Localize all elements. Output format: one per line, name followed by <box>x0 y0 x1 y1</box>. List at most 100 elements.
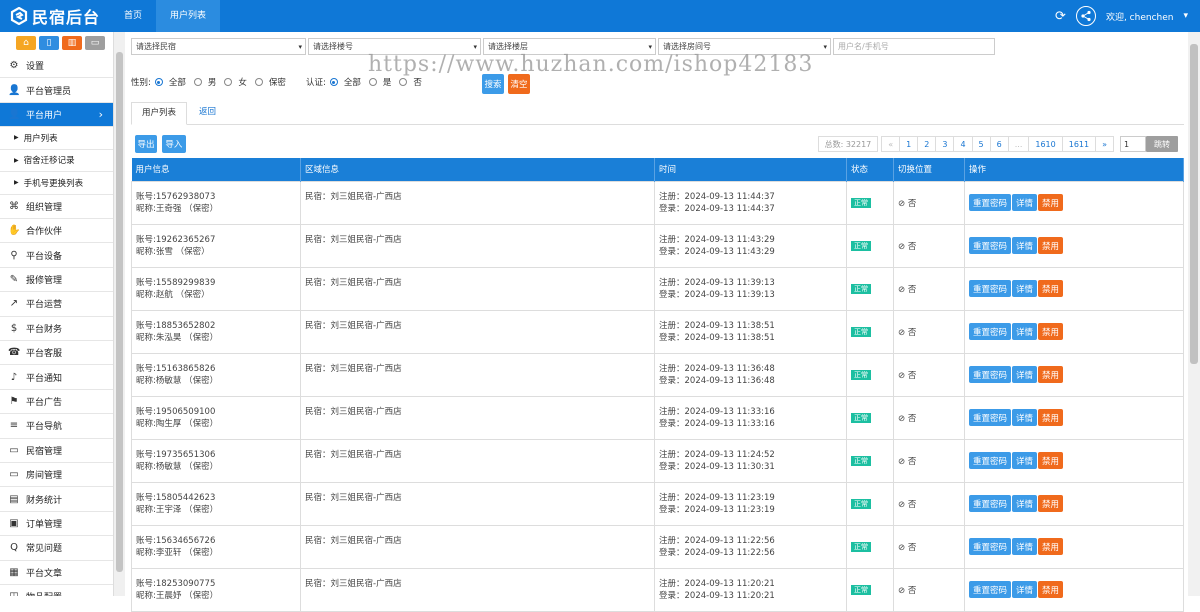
detail-button[interactable]: 详情 <box>1012 538 1038 555</box>
gender-all-radio[interactable] <box>154 78 163 86</box>
phone-icon: ☎ <box>8 347 21 359</box>
detail-button[interactable]: 详情 <box>1012 452 1038 469</box>
gender-male-radio[interactable] <box>193 78 202 86</box>
monitor-icon: ▭ <box>9 469 19 481</box>
disable-button[interactable]: 禁用 <box>1038 452 1064 469</box>
sidebar-item-monitor[interactable]: ▭ 房间管理 <box>0 463 113 488</box>
keyword-input[interactable]: 用户名/手机号 <box>833 38 995 55</box>
clear-button[interactable]: 清空 <box>508 74 530 94</box>
reset-password-button[interactable]: 重置密码 <box>969 452 1012 469</box>
sidebar-item-dollar[interactable]: $ 平台财务 <box>0 317 113 342</box>
avatar[interactable] <box>1075 6 1096 26</box>
main-scrollbar[interactable] <box>1188 32 1200 596</box>
refresh-icon[interactable]: ⟳ <box>1055 9 1066 24</box>
export-button[interactable]: 导出 <box>135 135 157 153</box>
reset-password-button[interactable]: 重置密码 <box>969 409 1012 426</box>
trash-icon[interactable]: ▥ <box>62 36 82 50</box>
reset-password-button[interactable]: 重置密码 <box>969 366 1012 383</box>
pagination-page[interactable]: 4 <box>953 136 973 152</box>
sidebar-subitem[interactable]: ▶ 宿舍迁移记录 <box>0 150 113 173</box>
detail-button[interactable]: 详情 <box>1012 581 1038 598</box>
homestay-select[interactable]: 请选择民宿 ▾ <box>131 38 306 55</box>
import-button[interactable]: 导入 <box>161 135 186 153</box>
sidebar-item-platform-user[interactable]: 👤 平台用户 › <box>0 102 113 128</box>
reset-password-button[interactable]: 重置密码 <box>969 495 1012 512</box>
verify-yes-radio[interactable] <box>368 78 377 86</box>
sidebar-item-question[interactable]: Q 常见问题 <box>0 536 113 561</box>
disable-button[interactable]: 禁用 <box>1038 237 1064 254</box>
gender-female-radio[interactable] <box>224 78 233 86</box>
reset-password-button[interactable]: 重置密码 <box>969 280 1012 297</box>
disable-button[interactable]: 禁用 <box>1038 538 1064 555</box>
sidebar-scroll-thumb[interactable] <box>116 52 123 572</box>
sidebar-item-phone[interactable]: ☎ 平台客服 <box>0 341 113 366</box>
detail-button[interactable]: 详情 <box>1012 237 1038 254</box>
sidebar-item-bell[interactable]: ♪ 平台通知 <box>0 365 113 390</box>
home-icon[interactable]: ⌂ <box>16 36 36 50</box>
nickname-text: 昵称:陶生厚 （保密） <box>136 418 219 429</box>
reset-password-button[interactable]: 重置密码 <box>969 194 1012 211</box>
search-button[interactable]: 搜索 <box>482 74 504 94</box>
reset-password-button[interactable]: 重置密码 <box>969 323 1012 340</box>
sidebar-item-sitemap[interactable]: ⌘ 组织管理 <box>0 195 113 220</box>
disable-button[interactable]: 禁用 <box>1038 581 1064 598</box>
pagination-page[interactable]: 3 <box>935 136 955 152</box>
verify-no-label: 否 <box>413 78 422 88</box>
pagination-next[interactable]: » <box>1095 136 1114 152</box>
detail-button[interactable]: 详情 <box>1012 409 1038 426</box>
sidebar-item-handshake[interactable]: ✋ 合作伙伴 <box>0 219 113 244</box>
detail-button[interactable]: 详情 <box>1012 323 1038 340</box>
user-welcome[interactable]: 欢迎, chenchen <box>1106 10 1174 23</box>
sidebar-item-gear[interactable]: ⚙ 设置 <box>0 54 113 79</box>
pagination-page[interactable]: 1610 <box>1028 136 1063 152</box>
disable-button[interactable]: 禁用 <box>1038 194 1064 211</box>
sidebar-item-device[interactable]: ⚲ 平台设备 <box>0 243 113 268</box>
nav-user-list[interactable]: 用户列表 <box>156 0 221 32</box>
tab-user-list[interactable]: 用户列表 <box>131 102 188 125</box>
sidebar-item-wrench[interactable]: ✎ 报修管理 <box>0 268 113 293</box>
sidebar-item-chart[interactable]: ↗ 平台运营 <box>0 292 113 317</box>
disable-button[interactable]: 禁用 <box>1038 409 1064 426</box>
page-jump-button[interactable]: 跳转 <box>1146 136 1178 152</box>
disable-button[interactable]: 禁用 <box>1038 366 1064 383</box>
sidebar-item-flag[interactable]: ⚑ 平台广告 <box>0 390 113 415</box>
disable-button[interactable]: 禁用 <box>1038 323 1064 340</box>
pagination-page[interactable]: 2 <box>917 136 937 152</box>
main-scroll-thumb[interactable] <box>1190 44 1198 364</box>
detail-button[interactable]: 详情 <box>1012 366 1038 383</box>
detail-button[interactable]: 详情 <box>1012 280 1038 297</box>
disable-button[interactable]: 禁用 <box>1038 495 1064 512</box>
tab-back[interactable]: 返回 <box>189 102 226 125</box>
pagination-page[interactable]: 5 <box>971 136 991 152</box>
chevron-down-icon[interactable]: ▾ <box>1183 11 1188 21</box>
sidebar-item-monitor[interactable]: ▭ 民宿管理 <box>0 439 113 463</box>
pagination-page[interactable]: 1 <box>899 136 919 152</box>
gender-secret-radio[interactable] <box>254 78 263 86</box>
verify-no-radio[interactable] <box>399 78 408 86</box>
login-time: 登录：2024-09-13 11:38:51 <box>659 332 775 343</box>
pagination-page[interactable]: 1611 <box>1061 136 1097 152</box>
disable-button[interactable]: 禁用 <box>1038 280 1064 297</box>
page-jump-input[interactable]: 1 <box>1120 136 1146 152</box>
sidebar-item-grid[interactable]: ▦ 平台文章 <box>0 561 113 585</box>
detail-button[interactable]: 详情 <box>1012 495 1038 512</box>
sidebar-subitem[interactable]: ▶ 用户列表 <box>0 127 113 150</box>
sidebar-item-user-plus[interactable]: 👤 平台管理员 <box>0 78 113 103</box>
sidebar-item-config[interactable]: ◫ 物品配置 <box>0 585 113 596</box>
reset-password-button[interactable]: 重置密码 <box>969 538 1012 555</box>
pagination-page[interactable]: 6 <box>989 136 1009 152</box>
sidebar-subitem[interactable]: ▶ 手机号更换列表 <box>0 172 113 195</box>
sidebar-item-list[interactable]: ≡ 平台导航 <box>0 414 113 439</box>
reset-password-button[interactable]: 重置密码 <box>969 581 1012 598</box>
app-logo[interactable]: 民宿后台 <box>10 5 100 27</box>
detail-button[interactable]: 详情 <box>1012 194 1038 211</box>
sidebar-item-order[interactable]: ▣ 订单管理 <box>0 512 113 537</box>
verify-all-radio[interactable] <box>329 78 338 86</box>
sidebar-item-stats[interactable]: ▤ 财务统计 <box>0 487 113 512</box>
sidebar-scrollbar[interactable] <box>114 32 125 596</box>
pagination-prev[interactable]: « <box>881 136 901 152</box>
nav-home[interactable]: 首页 <box>110 0 156 32</box>
file-icon[interactable]: ▯ <box>39 36 59 50</box>
reset-password-button[interactable]: 重置密码 <box>969 237 1012 254</box>
card-icon[interactable]: ▭ <box>85 36 105 50</box>
